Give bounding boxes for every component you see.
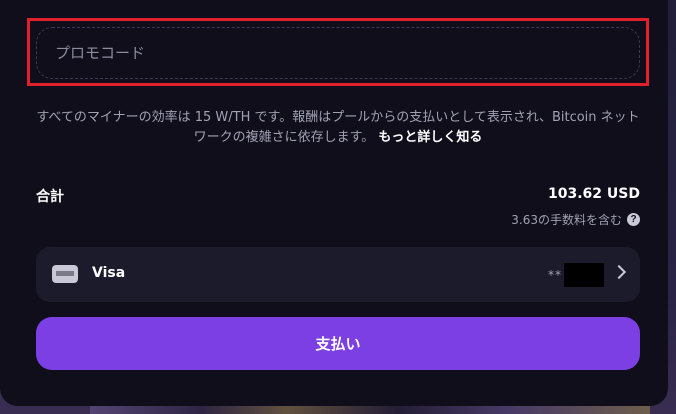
credit-card-icon [52,265,78,283]
fee-row: 3.63の手数料を含む ? [511,211,640,228]
efficiency-info: すべてのマイナーの効率は 15 W/TH です。報酬はプールからの支払いとして表… [36,108,640,148]
pay-button[interactable]: 支払い [36,317,640,370]
card-brand-label: Visa [92,265,126,281]
card-number: ** [548,263,604,287]
payment-method-selector[interactable]: Visa ** [36,247,640,302]
fee-text: 3.63の手数料を含む [511,213,622,227]
checkout-panel: すべてのマイナーの効率は 15 W/TH です。報酬はプールからの支払いとして表… [0,0,668,406]
learn-more-link[interactable]: もっと詳しく知る [378,130,482,145]
total-label: 合計 [36,189,64,205]
chevron-right-icon [611,264,627,280]
promo-code-input[interactable] [36,27,640,79]
redacted-card-digits [564,263,604,287]
card-number-mask: ** [548,268,562,282]
total-value: 103.62 USD [548,186,640,202]
efficiency-info-text: すべてのマイナーの効率は 15 W/TH です。報酬はプールからの支払いとして表… [36,110,640,145]
help-icon[interactable]: ? [627,213,640,226]
